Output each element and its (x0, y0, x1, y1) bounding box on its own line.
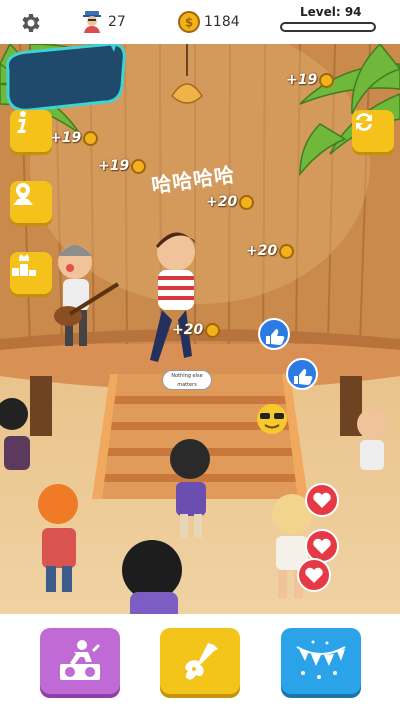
coin-icon (239, 194, 255, 210)
refresh-icon (356, 113, 372, 131)
floating-reward: +19 (50, 130, 99, 146)
thumbs-up-icon (286, 358, 318, 390)
podium-icon (12, 254, 36, 276)
coin-count: 1184 (204, 14, 240, 30)
players-count: 27 (108, 14, 126, 30)
coin-icon (131, 158, 147, 174)
info-icon (17, 111, 26, 133)
party-button[interactable] (281, 628, 361, 694)
info-button[interactable] (10, 110, 52, 152)
map-pin-icon (13, 183, 33, 205)
floating-reward: +20 (246, 243, 295, 259)
small-speech-bubble: Nothing else matters (162, 370, 212, 390)
guitar-button[interactable] (160, 628, 240, 694)
sunglasses-emoji-icon (257, 404, 287, 434)
electric-guitar-icon (185, 643, 218, 680)
floating-reward: +19 (286, 72, 335, 88)
dj-turntable-icon (60, 640, 100, 680)
heart-icon (305, 529, 339, 563)
refresh-button[interactable] (352, 110, 394, 152)
floating-reward: +20 (172, 322, 221, 338)
bottom-action-bar (0, 614, 400, 710)
thumbs-up-icon (258, 318, 290, 350)
level-label: Level: 94 (300, 5, 362, 19)
svg-text:$: $ (185, 16, 193, 30)
level-progress-bar (280, 22, 376, 32)
bunting-flags-icon (296, 640, 346, 679)
game-scene[interactable]: 哈哈哈哈 Nothing else matters +19 +19 +19 +2… (0, 44, 400, 614)
coin-icon (279, 243, 295, 259)
gear-icon[interactable] (18, 11, 42, 35)
heart-icon (297, 558, 331, 592)
map-button[interactable] (10, 181, 52, 223)
stage-stairs (92, 374, 308, 499)
coin-icon (83, 130, 99, 146)
coin-icon (319, 72, 335, 88)
floating-reward: +20 (206, 194, 255, 210)
speech-bubble (5, 44, 126, 112)
coin-icon (205, 322, 221, 338)
coin-icon: $ (178, 11, 200, 33)
dj-button[interactable] (40, 628, 120, 694)
floating-reward: +19 (98, 158, 147, 174)
leaderboard-button[interactable] (10, 252, 52, 294)
top-status-bar: 27 $ 1184 Level: 94 (0, 0, 400, 44)
heart-icon (305, 483, 339, 517)
avatar-icon (83, 11, 101, 33)
